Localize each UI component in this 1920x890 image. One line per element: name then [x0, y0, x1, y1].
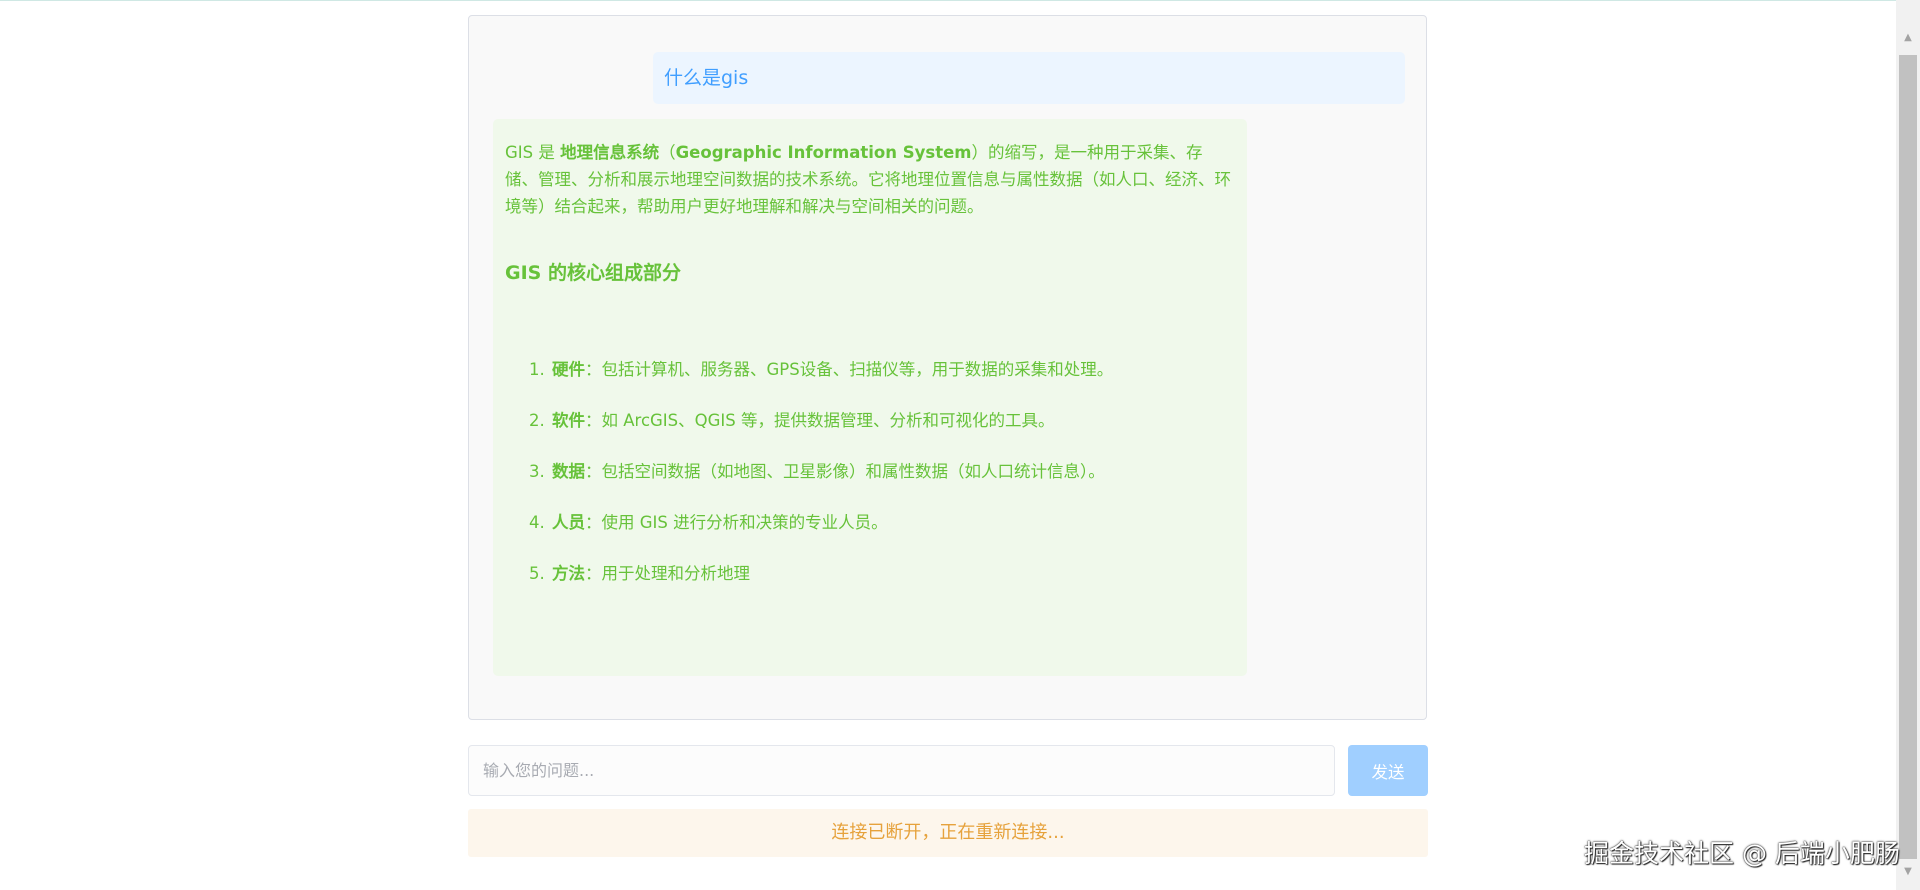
list-item: 3. 数据：包括空间数据（如地图、卫星影像）和属性数据（如人口统计信息）。: [529, 460, 1235, 511]
list-item-term: 软件: [552, 411, 585, 430]
list-item-term: 硬件: [552, 360, 585, 379]
send-button[interactable]: 发送: [1348, 745, 1428, 796]
chat-messages-panel[interactable]: 什么是gis GIS 是 地理信息系统（Geographic Informati…: [468, 15, 1427, 720]
scrollbar-thumb[interactable]: [1899, 55, 1917, 859]
intro-prefix: GIS 是: [505, 143, 561, 162]
list-item-desc: ：使用 GIS 进行分析和决策的专业人员。: [585, 513, 888, 532]
list-item-term: 数据: [552, 462, 585, 481]
list-item-term: 人员: [552, 513, 585, 532]
list-item-number: 2.: [529, 411, 545, 430]
connection-status-text: 连接已断开，正在重新连接...: [831, 822, 1065, 843]
bot-section-heading: GIS 的核心组成部分: [505, 262, 681, 284]
connection-status-banner: 连接已断开，正在重新连接...: [468, 809, 1428, 857]
list-item-number: 1.: [529, 360, 545, 379]
list-item-desc: ：如 ArcGIS、QGIS 等，提供数据管理、分析和可视化的工具。: [585, 411, 1055, 430]
question-input[interactable]: [468, 745, 1335, 796]
page-scrollbar[interactable]: ▲ ▼: [1896, 0, 1920, 890]
list-item-desc: ：用于处理和分析地理: [585, 564, 750, 583]
list-item: 5. 方法：用于处理和分析地理: [529, 562, 1235, 613]
intro-term-en: Geographic Information System: [675, 143, 972, 162]
bot-message-bubble: GIS 是 地理信息系统（Geographic Information Syst…: [493, 119, 1247, 676]
top-divider: [0, 0, 1920, 1]
list-item: 2. 软件：如 ArcGIS、QGIS 等，提供数据管理、分析和可视化的工具。: [529, 409, 1235, 460]
components-list: 1. 硬件：包括计算机、服务器、GPS设备、扫描仪等，用于数据的采集和处理。 2…: [505, 358, 1235, 613]
list-item-desc: ：包括计算机、服务器、GPS设备、扫描仪等，用于数据的采集和处理。: [585, 360, 1114, 379]
intro-paren-open: （: [659, 143, 676, 162]
scroll-up-arrow-icon[interactable]: ▲: [1896, 28, 1920, 48]
list-item-number: 5.: [529, 564, 545, 583]
user-message-bubble: 什么是gis: [653, 52, 1405, 104]
list-item-number: 3.: [529, 462, 545, 481]
list-item-term: 方法: [552, 564, 585, 583]
watermark-text: 掘金技术社区 @ 后端小肥肠: [1584, 839, 1900, 868]
list-item-number: 4.: [529, 513, 545, 532]
list-item: 4. 人员：使用 GIS 进行分析和决策的专业人员。: [529, 511, 1235, 562]
list-item: 1. 硬件：包括计算机、服务器、GPS设备、扫描仪等，用于数据的采集和处理。: [529, 358, 1235, 409]
intro-term-zh: 地理信息系统: [560, 143, 660, 162]
bot-intro-paragraph: GIS 是 地理信息系统（Geographic Information Syst…: [505, 139, 1235, 220]
list-item-desc: ：包括空间数据（如地图、卫星影像）和属性数据（如人口统计信息）。: [585, 462, 1105, 481]
user-message-text: 什么是gis: [664, 67, 749, 89]
